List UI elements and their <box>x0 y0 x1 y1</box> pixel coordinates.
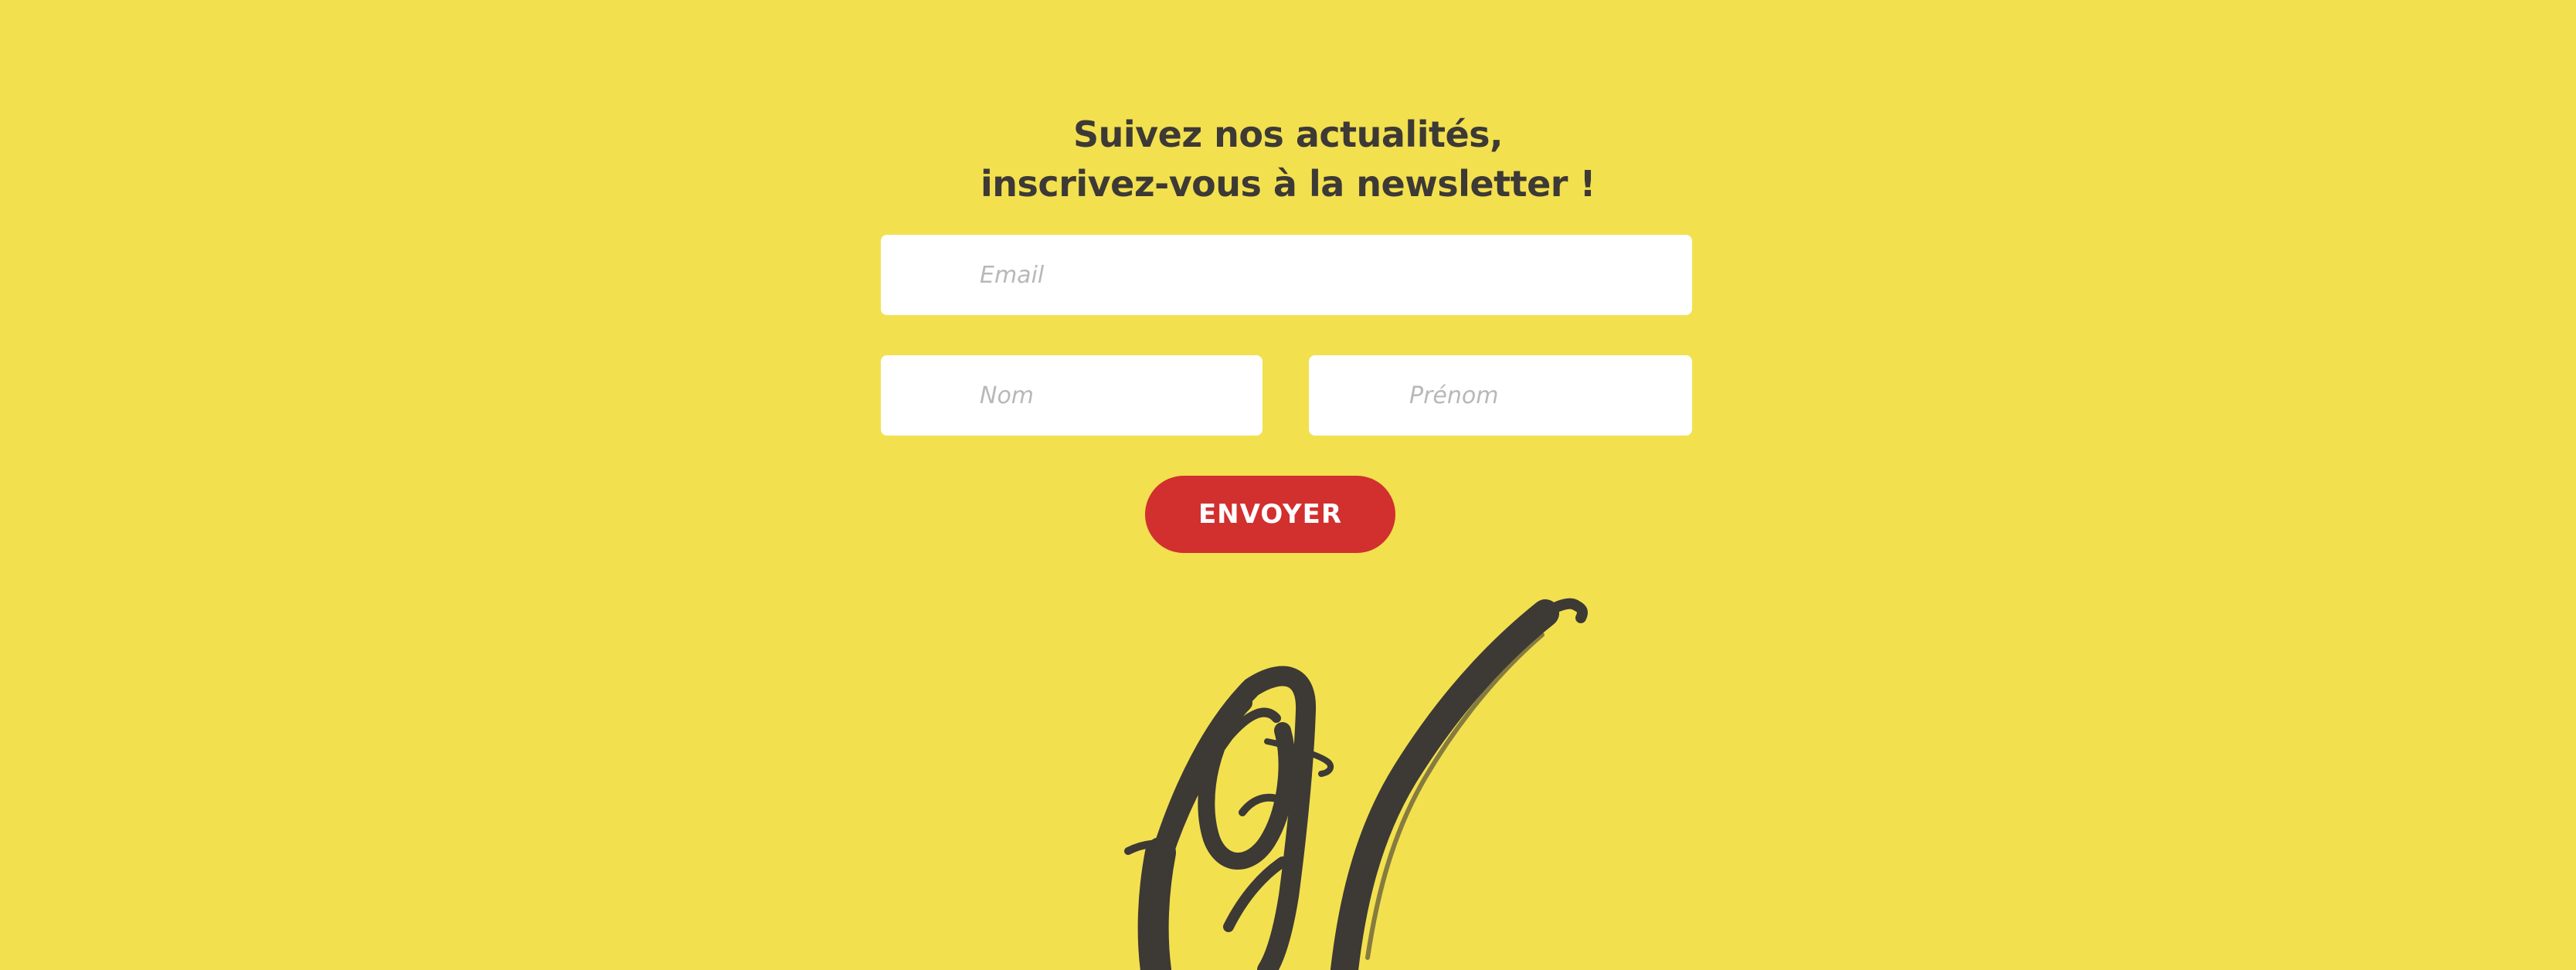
brush-script-logo-icon <box>1124 598 1588 970</box>
newsletter-title-line-2: inscrivez-vous à la newsletter ! <box>980 163 1596 205</box>
nom-input[interactable] <box>881 355 1263 436</box>
email-input[interactable] <box>881 235 1692 315</box>
prenom-input[interactable] <box>1309 355 1692 436</box>
envoyer-button[interactable]: ENVOYER <box>1145 476 1395 553</box>
newsletter-title: Suivez nos actualités, inscrivez-vous à … <box>0 110 2576 209</box>
newsletter-title-line-1: Suivez nos actualités, <box>1072 114 1504 156</box>
